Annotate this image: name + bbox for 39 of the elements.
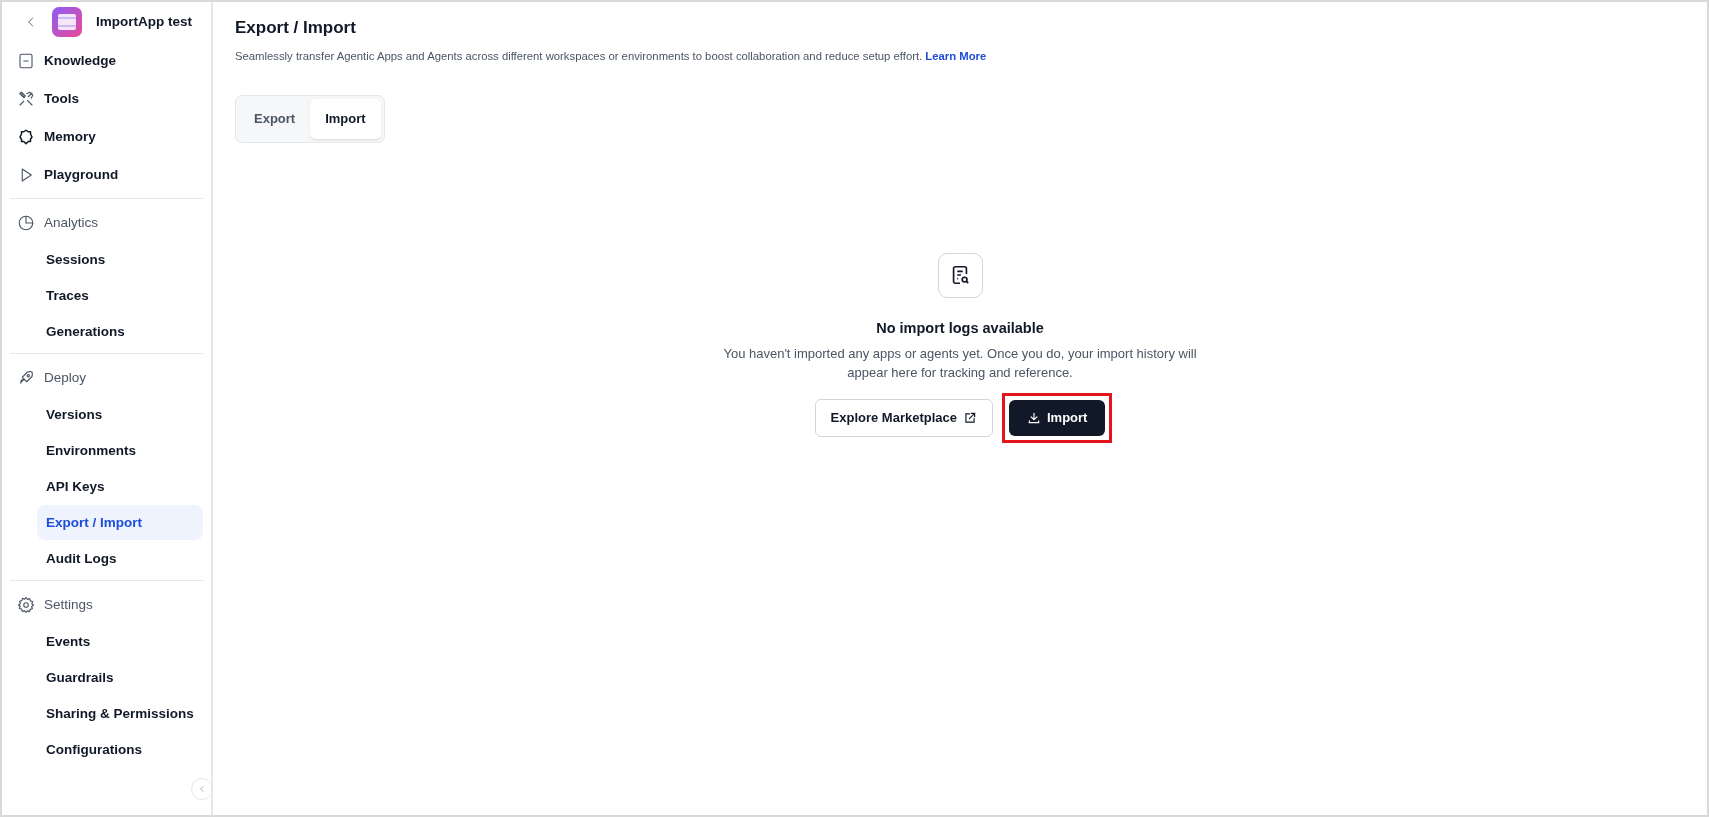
sidebar-item[interactable]: Configurations (37, 732, 203, 767)
empty-state-title: No import logs available (876, 318, 1044, 338)
pie-chart-icon (17, 214, 35, 232)
sidebar-item[interactable]: Environments (37, 433, 203, 468)
sidebar-section-heading: Analytics (10, 205, 203, 241)
sidebar-item[interactable]: Knowledge (10, 42, 203, 80)
sidebar-item[interactable]: API Keys (37, 469, 203, 504)
empty-state-message: You haven't imported any apps or agents yet. Once you do, your import history will appear here for tracking and reference. (722, 344, 1198, 382)
document-icon (17, 52, 35, 70)
settings-icon (17, 596, 35, 614)
marketplace-button[interactable]: Explore Marketplace (814, 398, 993, 437)
tab[interactable]: Export (239, 99, 311, 139)
external-link-icon (963, 410, 977, 425)
sidebar-item[interactable]: Events (37, 624, 203, 659)
sidebar-item[interactable]: Versions (37, 397, 203, 432)
sidebar-item[interactable]: Export / Import (37, 505, 203, 540)
app-logo (52, 7, 82, 37)
sidebar-item[interactable]: Guardrails (37, 660, 203, 695)
document-search-icon (937, 252, 983, 298)
sidebar-item[interactable]: Generations (37, 314, 203, 349)
sidebar-item[interactable]: Sharing & Permissions (37, 696, 203, 731)
learn-more-link[interactable]: Learn More (925, 50, 987, 63)
sidebar-section-heading: Settings (10, 587, 203, 623)
sidebar-item[interactable]: Tools (10, 80, 203, 118)
chevron-icon (198, 784, 206, 794)
app-title: ImportApp test (96, 12, 192, 31)
sidebar-item[interactable]: Playground (10, 156, 203, 194)
rocket-icon (17, 369, 35, 387)
page-title: Export / Import (235, 18, 357, 39)
download-icon (1027, 410, 1041, 425)
sidebar-item[interactable]: Sessions (37, 242, 203, 277)
import-button[interactable]: Import (1009, 399, 1106, 436)
page-description: Seamlessly transfer Agentic Apps and Agents across different workspaces or environments to boost collaboration and reduce setup effort. Learn More (235, 49, 988, 65)
tools-icon (17, 90, 35, 108)
sidebar-item[interactable]: Audit Logs (37, 541, 203, 576)
sidebar-item[interactable]: Traces (37, 278, 203, 313)
sidebar-item[interactable]: Memory (10, 118, 203, 156)
sidebar-section-heading: Deploy (10, 360, 203, 396)
tab[interactable]: Import (310, 99, 381, 139)
